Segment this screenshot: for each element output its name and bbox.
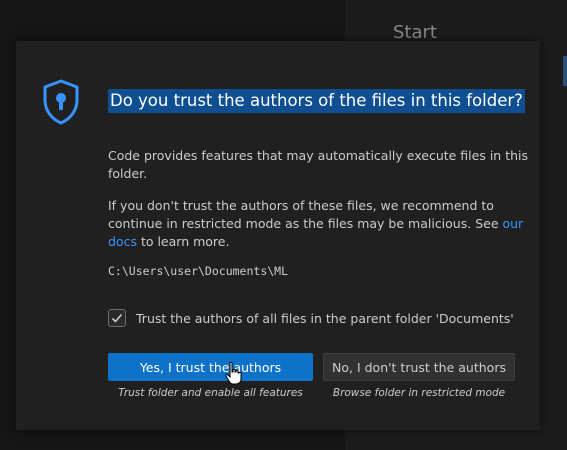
dialog-message-execution: Code provides features that may automati… [108, 148, 529, 181]
checkmark-icon [111, 313, 123, 323]
dialog-title: Do you trust the authors of the files in… [108, 89, 525, 113]
dont-trust-authors-button[interactable]: No, I don't trust the authors [323, 353, 515, 381]
trust-button-caption: Trust folder and enable all features [118, 387, 303, 399]
background-edge-accent [563, 56, 567, 86]
trust-parent-checkbox[interactable] [108, 309, 126, 327]
message-text-before-link: If you don't trust the authors of these … [108, 198, 503, 231]
hand-pointer-cursor-icon [225, 361, 242, 385]
welcome-start-heading: Start [393, 22, 437, 43]
dialog-message-restricted: If you don't trust the authors of these … [108, 197, 528, 251]
trust-authors-button[interactable]: Yes, I trust the authors [108, 353, 313, 381]
workspace-trust-dialog: Do you trust the authors of the files in… [16, 41, 540, 430]
shield-lock-icon [43, 79, 79, 125]
dont-trust-button-caption: Browse folder in restricted mode [332, 387, 506, 399]
message-text-after-link: to learn more. [136, 234, 230, 249]
trust-parent-folder-option[interactable]: Trust the authors of all files in the pa… [108, 309, 514, 327]
folder-path: C:\Users\user\Documents\ML [108, 264, 289, 278]
trust-parent-checkbox-label[interactable]: Trust the authors of all files in the pa… [136, 311, 514, 326]
